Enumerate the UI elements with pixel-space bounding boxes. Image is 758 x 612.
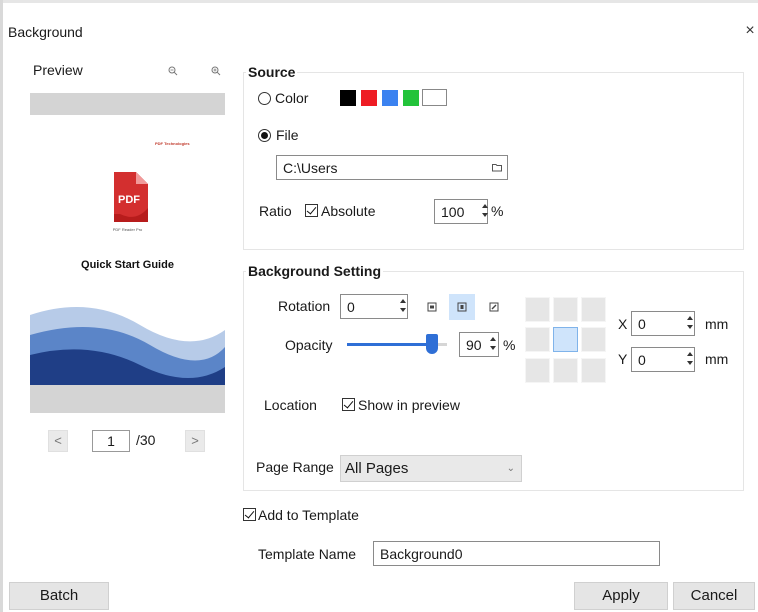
page-range-value: All Pages xyxy=(345,460,409,477)
rotation-input[interactable]: 0 xyxy=(340,294,408,319)
opacity-value: 90 xyxy=(466,337,482,353)
opacity-slider-fill xyxy=(347,343,437,346)
add-to-template-label: Add to Template xyxy=(258,507,359,523)
total-pages: /30 xyxy=(136,432,156,448)
position-top-center[interactable] xyxy=(553,297,578,322)
page-range-label: Page Range xyxy=(256,459,334,475)
ratio-input[interactable]: 100 xyxy=(434,199,488,224)
document-heading: Quick Start Guide xyxy=(81,259,174,271)
dialog-title: Background xyxy=(8,24,83,40)
window-left-border xyxy=(0,0,3,612)
file-path-value: C:\Users xyxy=(283,160,338,176)
next-page-button[interactable]: > xyxy=(185,430,205,452)
no-rotation-icon[interactable] xyxy=(457,302,467,312)
decorative-waves xyxy=(30,307,225,385)
preview-area: PDF Technologies PDF PDF Reader Pro Quic… xyxy=(30,93,225,413)
preview-label: Preview xyxy=(33,62,83,78)
chevron-down-icon: ⌄ xyxy=(506,463,515,474)
position-middle-left[interactable] xyxy=(525,327,550,352)
background-setting-title: Background Setting xyxy=(246,263,384,279)
close-icon[interactable]: × xyxy=(742,22,758,40)
show-in-preview-label: Show in preview xyxy=(358,397,460,413)
x-offset-value: 0 xyxy=(638,316,646,332)
background-dialog: Background × Preview PDF Technologies PD… xyxy=(0,0,758,612)
x-offset-spinner[interactable] xyxy=(686,312,694,334)
template-name-value: Background0 xyxy=(380,546,463,562)
position-bottom-left[interactable] xyxy=(525,358,550,383)
source-title: Source xyxy=(246,64,298,80)
rotation-label: Rotation xyxy=(278,298,331,314)
position-middle-right[interactable] xyxy=(581,327,606,352)
x-unit: mm xyxy=(705,316,729,332)
rotate-left-icon[interactable] xyxy=(427,302,437,312)
file-radio[interactable] xyxy=(258,129,271,142)
absolute-checkbox[interactable] xyxy=(305,204,318,217)
y-unit: mm xyxy=(705,351,729,367)
ratio-unit: % xyxy=(491,203,504,219)
y-offset-spinner[interactable] xyxy=(686,348,694,370)
opacity-label: Opacity xyxy=(285,337,333,353)
y-offset-value: 0 xyxy=(638,352,646,368)
position-top-left[interactable] xyxy=(525,297,550,322)
window-top-border xyxy=(0,0,758,3)
show-in-preview-checkbox[interactable] xyxy=(342,398,355,411)
absolute-label: Absolute xyxy=(321,203,376,219)
black-swatch[interactable] xyxy=(340,90,356,106)
position-center[interactable] xyxy=(553,327,578,352)
previous-page-button[interactable]: < xyxy=(48,430,68,452)
pdf-document-icon: PDF xyxy=(114,172,148,222)
green-swatch[interactable] xyxy=(403,90,419,106)
rotation-spinner[interactable] xyxy=(399,295,407,317)
preview-page: PDF Technologies PDF PDF Reader Pro Quic… xyxy=(30,115,225,385)
title-bar: Background × xyxy=(0,22,758,46)
x-label: X xyxy=(618,316,628,332)
file-path-input[interactable]: C:\Users xyxy=(276,155,508,180)
batch-button[interactable]: Batch xyxy=(9,582,109,610)
ratio-value: 100 xyxy=(441,204,465,220)
color-label: Color xyxy=(275,90,309,106)
position-bottom-right[interactable] xyxy=(581,358,606,383)
rotate-right-icon[interactable] xyxy=(489,302,499,312)
ratio-spinner[interactable] xyxy=(481,200,489,222)
current-page-input[interactable]: 1 xyxy=(92,430,130,452)
opacity-slider-thumb[interactable] xyxy=(426,334,438,354)
custom-color-swatch[interactable] xyxy=(422,89,447,106)
cancel-button[interactable]: Cancel xyxy=(673,582,755,610)
zoom-out-icon[interactable] xyxy=(168,66,178,76)
product-name: PDF Reader Pro xyxy=(112,227,143,232)
color-radio[interactable] xyxy=(258,92,271,105)
rotation-value: 0 xyxy=(347,299,355,315)
file-label: File xyxy=(276,127,299,143)
template-name-input[interactable]: Background0 xyxy=(373,541,660,566)
opacity-unit: % xyxy=(503,337,516,353)
brand-logo-text: PDF Technologies xyxy=(155,141,190,146)
pdf-icon-text: PDF xyxy=(118,194,140,206)
zoom-in-icon[interactable] xyxy=(211,66,221,76)
opacity-spinner[interactable] xyxy=(489,333,497,355)
position-bottom-center[interactable] xyxy=(553,358,578,383)
y-label: Y xyxy=(618,351,628,367)
template-name-label: Template Name xyxy=(258,546,357,562)
page-range-select[interactable]: All Pages ⌄ xyxy=(340,455,522,482)
location-label: Location xyxy=(264,397,317,413)
add-to-template-checkbox[interactable] xyxy=(243,508,256,521)
position-top-right[interactable] xyxy=(581,297,606,322)
red-swatch[interactable] xyxy=(361,90,377,106)
blue-swatch[interactable] xyxy=(382,90,398,106)
apply-button[interactable]: Apply xyxy=(574,582,668,610)
ratio-label: Ratio xyxy=(259,203,292,219)
folder-icon[interactable] xyxy=(492,163,502,172)
